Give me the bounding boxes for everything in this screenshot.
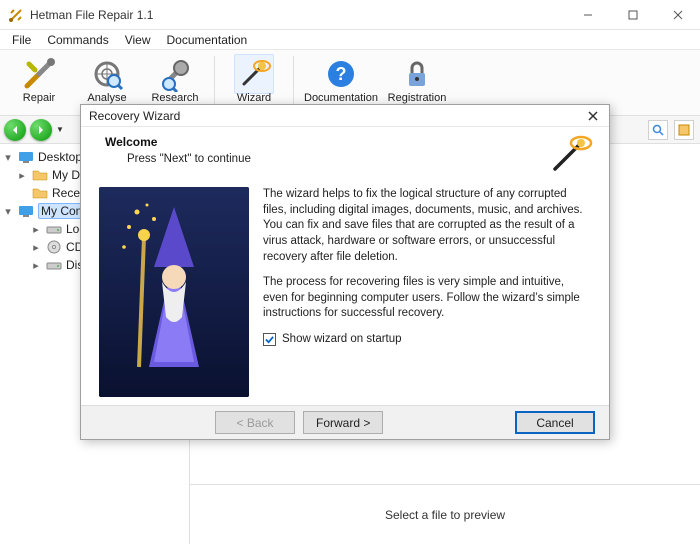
recovery-wizard-dialog: Recovery Wizard Welcome Press "Next" to …: [80, 104, 610, 440]
registration-icon: [397, 54, 437, 94]
drive-icon: [46, 257, 62, 273]
show-wizard-checkbox[interactable]: Show wizard on startup: [263, 332, 591, 348]
folder-icon: [32, 167, 48, 183]
menu-commands[interactable]: Commands: [39, 31, 116, 49]
back-button: < Back: [215, 411, 295, 434]
preview-placeholder: Select a file to preview: [385, 508, 505, 522]
tree-desktop[interactable]: Desktop: [38, 150, 82, 164]
desktop-icon: [18, 149, 34, 165]
analyse-icon: [87, 54, 127, 94]
documentation-icon: ?: [321, 54, 361, 94]
view-details-button[interactable]: [674, 120, 694, 140]
tree-expander[interactable]: ▾: [2, 205, 14, 218]
tree-expander[interactable]: ▸: [30, 241, 42, 254]
toolbar-repair-label: Repair: [23, 92, 55, 104]
folder-icon: [32, 185, 48, 201]
menu-bar: File Commands View Documentation: [0, 30, 700, 50]
toolbar-registration-label: Registration: [388, 92, 447, 104]
dialog-paragraph-1: The wizard helps to fix the logical stru…: [263, 187, 591, 265]
dialog-subheading: Press "Next" to continue: [127, 153, 545, 165]
dialog-title-bar: Recovery Wizard: [81, 105, 609, 127]
checkbox-label: Show wizard on startup: [282, 332, 402, 348]
tree-expander[interactable]: ▸: [30, 259, 42, 272]
nav-history-dropdown[interactable]: ▼: [56, 125, 64, 134]
title-bar: Hetman File Repair 1.1: [0, 0, 700, 30]
dialog-paragraph-2: The process for recovering files is very…: [263, 275, 591, 322]
research-icon: [155, 54, 195, 94]
cancel-button[interactable]: Cancel: [515, 411, 595, 434]
view-thumbnails-button[interactable]: [648, 120, 668, 140]
menu-view[interactable]: View: [117, 31, 159, 49]
cd-drive-icon: [46, 239, 62, 255]
tree-expander[interactable]: ▸: [16, 169, 28, 182]
toolbar-documentation-label: Documentation: [304, 92, 378, 104]
minimize-button[interactable]: [565, 0, 610, 29]
computer-icon: [18, 203, 34, 219]
checkbox-box[interactable]: [263, 333, 276, 346]
toolbar-repair[interactable]: Repair: [6, 54, 72, 114]
tree-expander[interactable]: ▾: [2, 151, 14, 164]
maximize-button[interactable]: [610, 0, 655, 29]
dialog-close-button[interactable]: [585, 108, 601, 124]
nav-forward-button[interactable]: [30, 119, 52, 141]
app-icon: [8, 7, 24, 23]
svg-text:?: ?: [336, 64, 347, 84]
menu-file[interactable]: File: [4, 31, 39, 49]
toolbar-wizard-label: Wizard: [237, 92, 271, 104]
menu-documentation[interactable]: Documentation: [159, 31, 256, 49]
dialog-footer: < Back Forward > Cancel: [81, 405, 609, 439]
dialog-title: Recovery Wizard: [89, 109, 585, 123]
nav-back-button[interactable]: [4, 119, 26, 141]
close-button[interactable]: [655, 0, 700, 29]
wand-icon: [545, 135, 595, 175]
toolbar-research-label: Research: [151, 92, 198, 104]
wizard-illustration: [99, 187, 249, 397]
window-title: Hetman File Repair 1.1: [30, 8, 565, 22]
dialog-heading: Welcome: [105, 135, 545, 149]
repair-icon: [19, 54, 59, 94]
dialog-header: Welcome Press "Next" to continue: [81, 127, 609, 183]
tree-expander[interactable]: ▸: [30, 223, 42, 236]
toolbar-analyse-label: Analyse: [87, 92, 126, 104]
forward-button[interactable]: Forward >: [303, 411, 383, 434]
drive-icon: [46, 221, 62, 237]
wizard-icon: [234, 54, 274, 94]
preview-pane: Select a file to preview: [190, 484, 700, 544]
